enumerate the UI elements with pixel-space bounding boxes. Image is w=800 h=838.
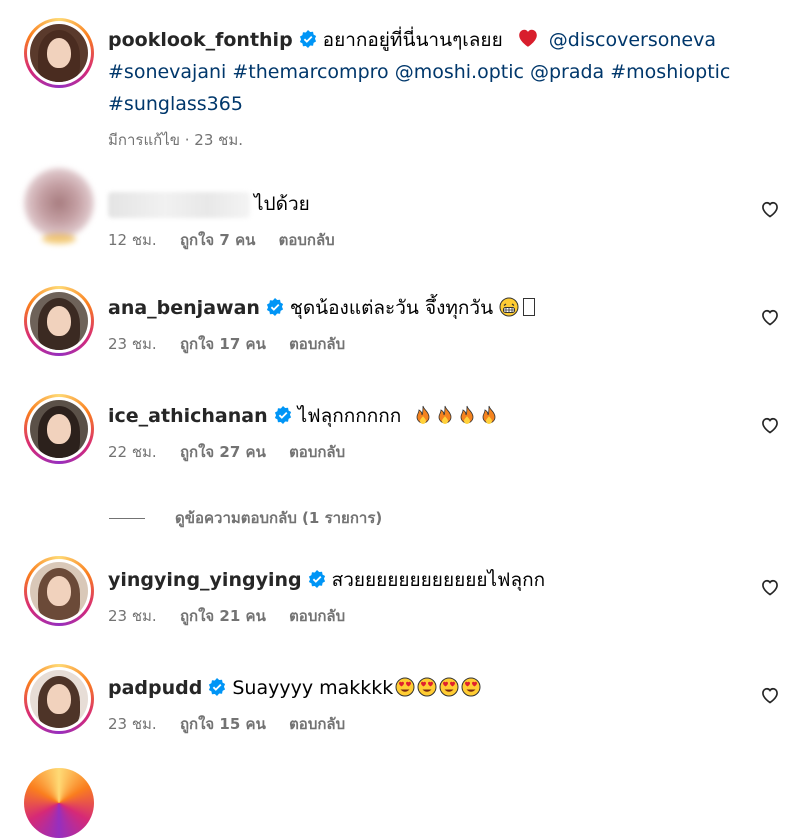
- comment-time: 22 ชม.: [108, 443, 157, 461]
- comment-avatar[interactable]: [24, 556, 94, 626]
- view-replies-button[interactable]: ดูข้อความตอบกลับ (1 รายการ): [109, 506, 382, 530]
- comment-time: 23 ชม.: [108, 335, 157, 353]
- comment-likes[interactable]: ถูกใจ 27 คน: [180, 443, 266, 461]
- replies-divider: [109, 518, 145, 519]
- grinning-emoji: [499, 297, 519, 317]
- comment-likes[interactable]: ถูกใจ 21 คน: [180, 607, 266, 625]
- fire-emoji: [460, 405, 474, 424]
- comment-text: Suayyyy makkkk: [232, 677, 394, 699]
- fire-emoji: [438, 405, 452, 424]
- comment-3: ice_athichanan ไฟลุกกกกกก 22 ชม. ถูกใจ 27…: [108, 400, 501, 462]
- comment-username[interactable]: ice_athichanan: [108, 405, 268, 427]
- unsupported-glyph: [523, 298, 536, 316]
- verified-badge-icon: [266, 298, 284, 316]
- comment-text: ไฟลุกกกกกก: [297, 405, 402, 427]
- verified-badge-icon: [274, 406, 291, 424]
- caption-hashtags[interactable]: #sonevajani #themarcompro @moshi.optic @…: [108, 56, 788, 88]
- comment-likes[interactable]: ถูกใจ 15 คน: [180, 715, 266, 733]
- reply-button[interactable]: ตอบกลับ: [279, 231, 335, 249]
- like-heart-icon[interactable]: [760, 685, 780, 705]
- verified-badge-icon: [209, 678, 226, 696]
- red-heart-emoji: [518, 29, 537, 47]
- comment-username[interactable]: yingying_yingying: [108, 569, 302, 591]
- view-replies-label[interactable]: ดูข้อความตอบกลับ (1 รายการ): [175, 509, 382, 527]
- comment-4: yingying_yingying สวยยยยยยยยยยยยไฟลุกก 23…: [108, 564, 545, 626]
- post-author-avatar[interactable]: [24, 18, 94, 88]
- post-author-username[interactable]: pooklook_fonthip: [108, 29, 293, 51]
- reply-button[interactable]: ตอบกลับ: [289, 715, 345, 733]
- like-heart-icon[interactable]: [760, 577, 780, 597]
- blurred-username: [108, 191, 250, 218]
- like-heart-icon[interactable]: [760, 307, 780, 327]
- comment-time: 23 ชม.: [108, 715, 157, 733]
- heart-eyes-emoji: [461, 677, 481, 697]
- comment-text: ชุดน้องแต่ละวัน จึ้งทุกวัน: [289, 297, 494, 319]
- comment-avatar-partial[interactable]: [24, 768, 94, 838]
- comment-username[interactable]: ana_benjawan: [108, 297, 260, 319]
- mention-discoversoneva[interactable]: @discoversoneva: [549, 29, 716, 51]
- reply-button[interactable]: ตอบกลับ: [289, 607, 345, 625]
- like-heart-icon[interactable]: [760, 199, 780, 219]
- comment-avatar[interactable]: [24, 286, 94, 356]
- verified-badge-icon: [299, 30, 316, 48]
- heart-eyes-emoji: [439, 677, 459, 697]
- fire-emoji: [416, 405, 430, 424]
- comment-avatar[interactable]: [24, 394, 94, 464]
- caption-text: อยากอยู่ที่นี่นานๆเลยย: [322, 29, 503, 51]
- comment-likes[interactable]: ถูกใจ 7 คน: [180, 231, 255, 249]
- comment-text: สวยยยยยยยยยยยยไฟลุกก: [331, 569, 546, 591]
- comment-likes[interactable]: ถูกใจ 17 คน: [180, 335, 266, 353]
- verified-badge-icon: [308, 570, 325, 588]
- heart-eyes-emoji: [395, 677, 415, 697]
- post-caption: pooklook_fonthip อยากอยู่ที่นี่นานๆเลยย @…: [108, 24, 788, 150]
- post-meta: มีการแก้ไข · 23 ชม.: [108, 131, 243, 149]
- reply-button[interactable]: ตอบกลับ: [289, 335, 345, 353]
- comment-time: 23 ชม.: [108, 607, 157, 625]
- comment-time: 12 ชม.: [108, 231, 157, 249]
- comment-5: padpudd Suayyyy makkkk 23 ชม. ถูกใจ 15 คน…: [108, 672, 483, 734]
- comment-text: ไปด้วย: [254, 193, 310, 215]
- reply-button[interactable]: ตอบกลับ: [289, 443, 345, 461]
- fire-emoji: [482, 405, 496, 424]
- comment-username[interactable]: padpudd: [108, 677, 202, 699]
- comment-2: ana_benjawan ชุดน้องแต่ละวัน จึ้งทุกวัน 2…: [108, 292, 536, 354]
- heart-eyes-emoji: [417, 677, 437, 697]
- caption-hashtag-sunglass[interactable]: #sunglass365: [108, 88, 788, 120]
- comment-1: ไปด้วย 12 ชม. ถูกใจ 7 คน ตอบกลับ: [108, 188, 353, 250]
- like-heart-icon[interactable]: [760, 415, 780, 435]
- comment-avatar[interactable]: [24, 664, 94, 734]
- comment-avatar-blurred[interactable]: [24, 168, 94, 244]
